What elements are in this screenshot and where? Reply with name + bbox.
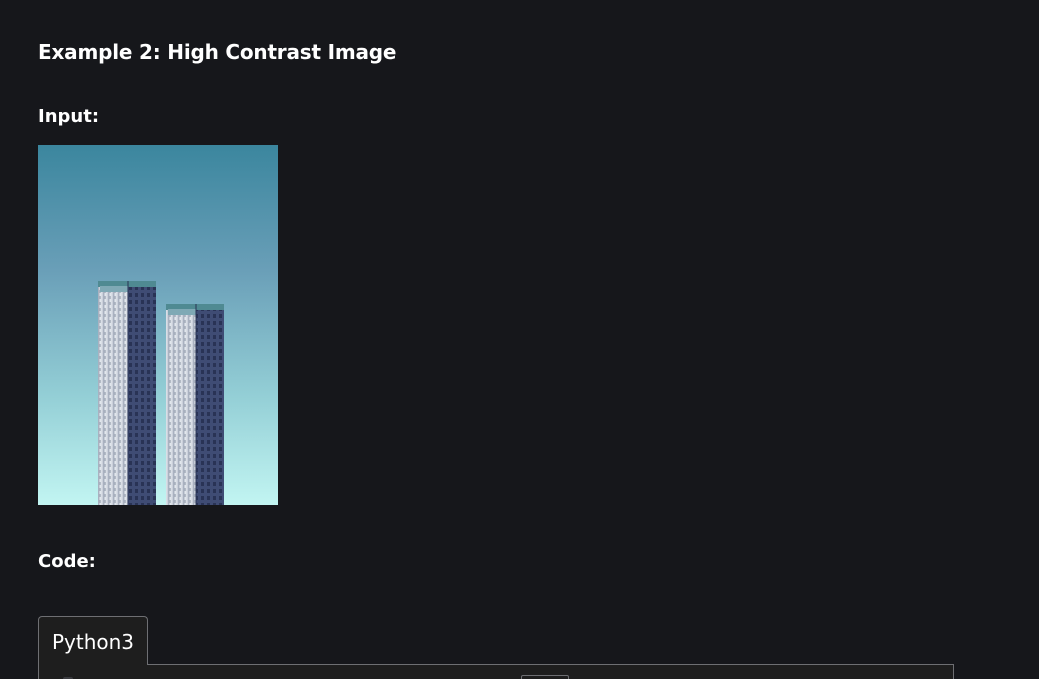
- input-image: [38, 145, 278, 505]
- code-toolbar-button[interactable]: [521, 675, 569, 679]
- code-panel: [38, 664, 954, 679]
- tab-join: [39, 663, 147, 666]
- tab-python3-label: Python3: [51, 630, 135, 654]
- left-tower: [98, 281, 156, 505]
- input-heading: Input:: [38, 106, 100, 127]
- article-page: Example 2: High Contrast Image Input: Co…: [0, 0, 1039, 679]
- right-tower: [166, 304, 224, 505]
- tab-python3[interactable]: Python3: [38, 616, 148, 664]
- example-heading: Example 2: High Contrast Image: [38, 40, 397, 64]
- code-heading: Code:: [38, 551, 96, 572]
